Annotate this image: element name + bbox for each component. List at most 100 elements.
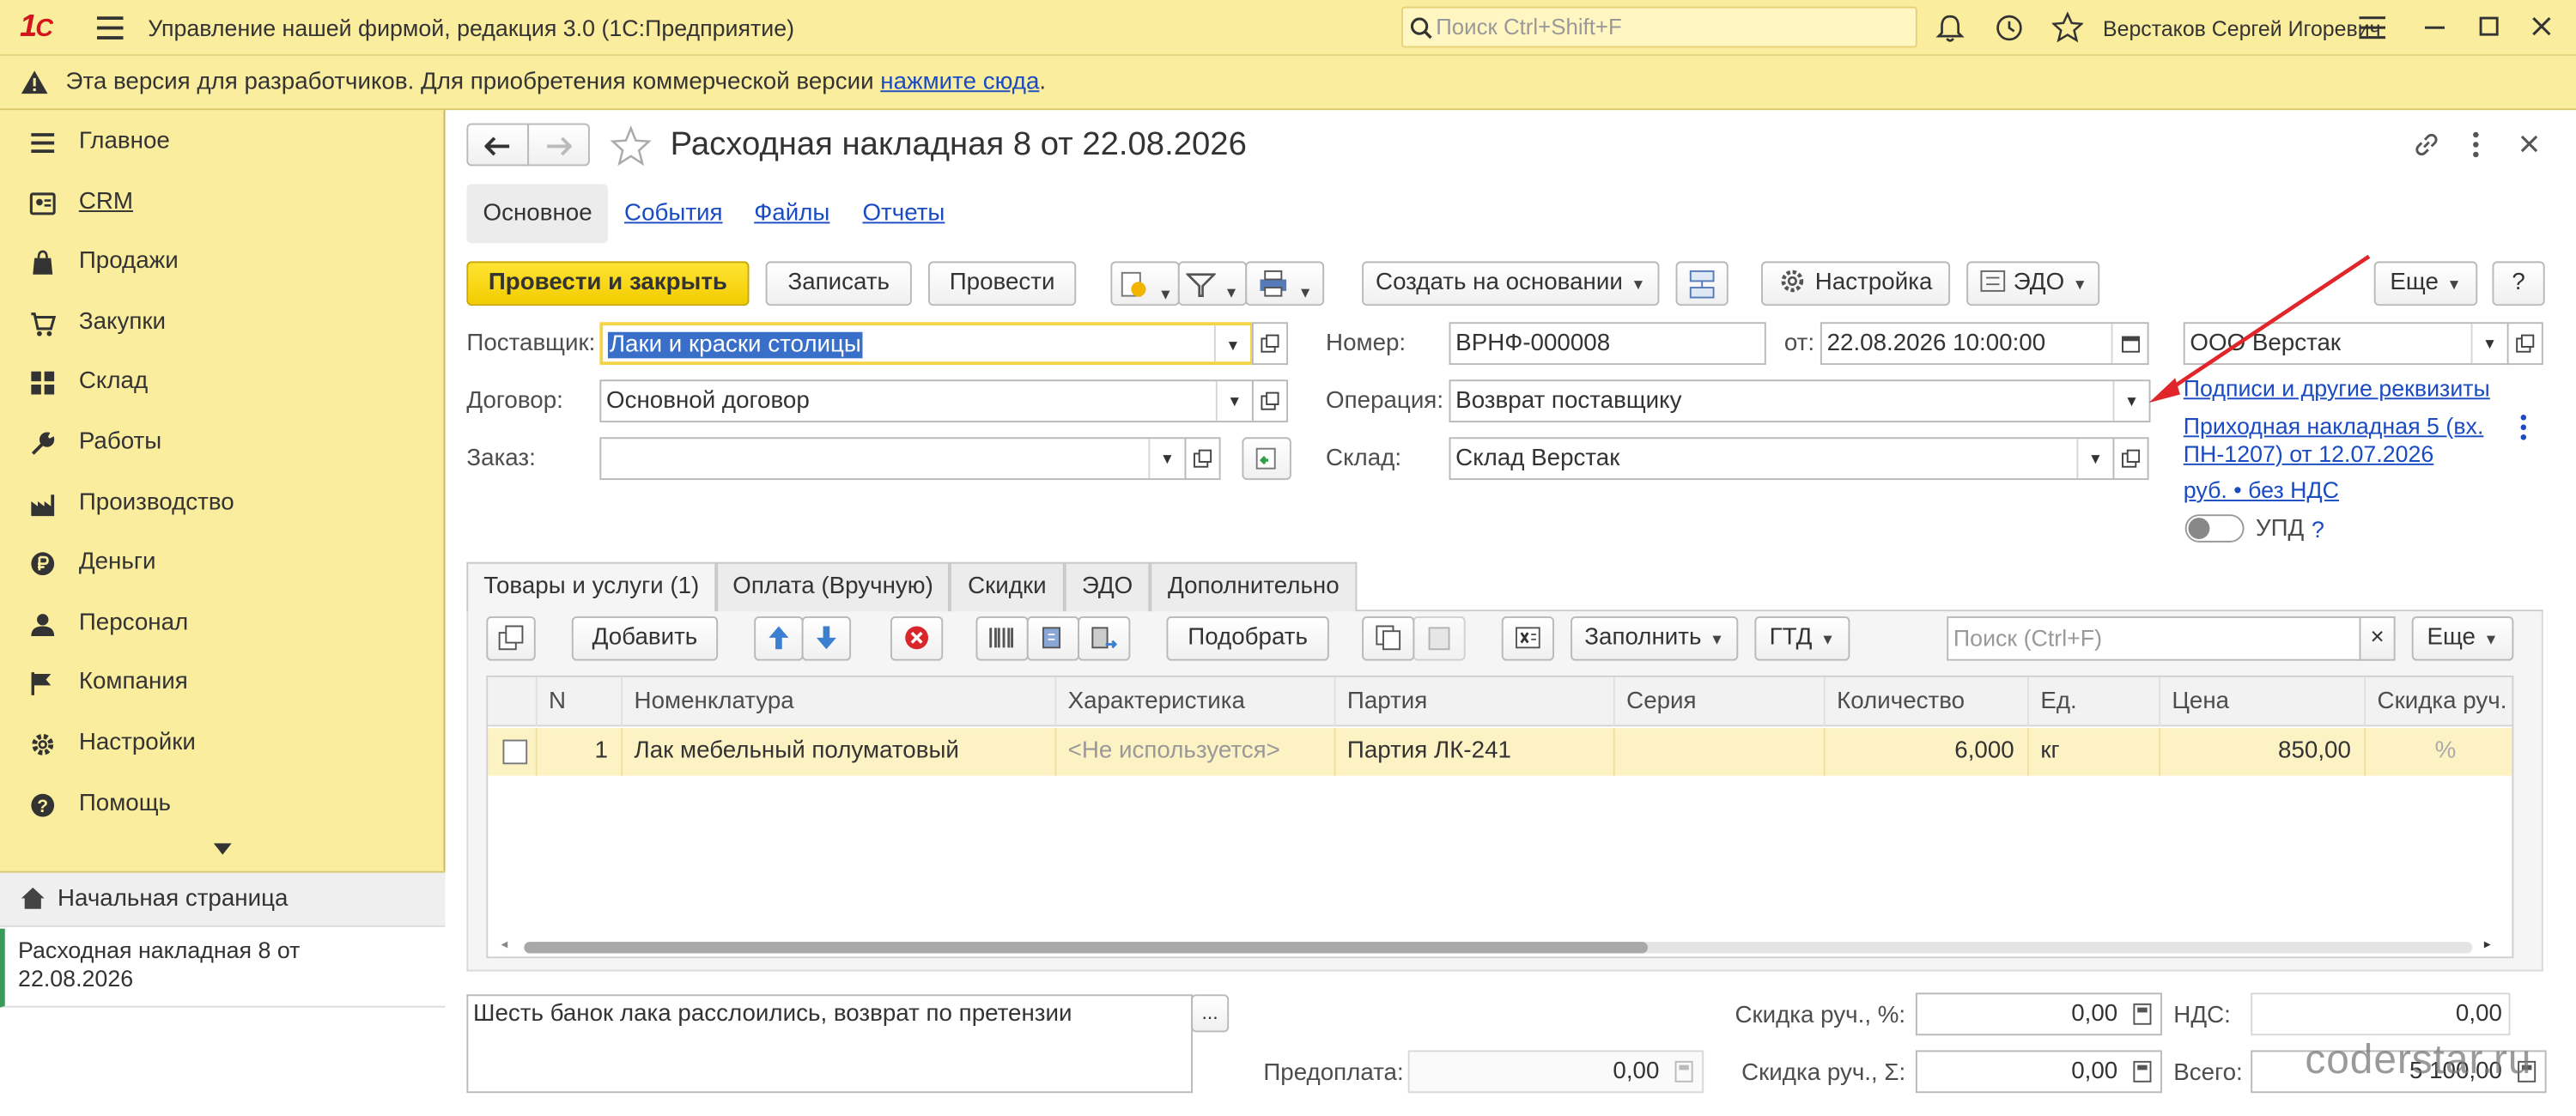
- discount-pct-field[interactable]: 0,00: [1915, 992, 2162, 1036]
- column-header-1[interactable]: N: [538, 676, 623, 727]
- calculator-icon[interactable]: [2132, 1060, 2152, 1083]
- more-vertical-icon[interactable]: [2473, 131, 2480, 158]
- print-button[interactable]: ▼: [1245, 261, 1325, 306]
- close-window-icon[interactable]: [2531, 16, 2551, 36]
- tab-goods[interactable]: Товары и услуги (1): [466, 561, 717, 612]
- supplier-dropdown-button[interactable]: ▼: [1213, 325, 1250, 362]
- bell-icon[interactable]: [1935, 13, 1965, 42]
- cell-item[interactable]: Лак мебельный полуматовый: [623, 728, 1057, 776]
- link-icon[interactable]: [2412, 130, 2441, 159]
- comment-field[interactable]: Шесть банок лака расслоились, возврат по…: [466, 994, 1194, 1094]
- row-checkbox-cell[interactable]: [488, 728, 538, 776]
- comment-expand-button[interactable]: ...: [1191, 994, 1230, 1033]
- cell-qty[interactable]: 6,000: [1826, 728, 2029, 776]
- structure-button[interactable]: [1675, 261, 1728, 306]
- sidebar-item-4[interactable]: Закупки: [0, 294, 446, 353]
- cell-discount[interactable]: %: [2366, 728, 2512, 776]
- warehouse-dropdown-button[interactable]: ▼: [2076, 439, 2112, 479]
- sidebar-item-2[interactable]: CRM: [0, 173, 446, 233]
- move-down-button[interactable]: [801, 616, 852, 661]
- column-header-4[interactable]: Партия: [1336, 676, 1615, 727]
- column-header-checkbox[interactable]: [488, 676, 538, 727]
- sidebar-item-8[interactable]: Деньги: [0, 535, 446, 594]
- sidebar-item-6[interactable]: Работы: [0, 414, 446, 473]
- move-up-button[interactable]: [754, 616, 804, 661]
- column-header-2[interactable]: Номенклатура: [623, 676, 1057, 727]
- create-based-on-button[interactable]: Создать на основании ▼: [1362, 261, 1660, 306]
- cell-batch[interactable]: Партия ЛК-241: [1336, 728, 1615, 776]
- more-vertical-icon[interactable]: [2520, 414, 2527, 440]
- column-header-5[interactable]: Серия: [1615, 676, 1826, 727]
- sidebar-item-9[interactable]: Персонал: [0, 595, 446, 654]
- number-field[interactable]: ВРНФ-000008: [1449, 322, 1766, 366]
- maximize-icon[interactable]: [2479, 16, 2499, 36]
- operation-field[interactable]: Возврат поставщику ▼: [1449, 379, 2151, 423]
- upd-toggle[interactable]: [2184, 514, 2245, 543]
- column-header-8[interactable]: Цена: [2160, 676, 2366, 727]
- filter-button[interactable]: ▼: [1177, 261, 1248, 306]
- history-icon[interactable]: [1995, 13, 2024, 42]
- scanner-button[interactable]: [1026, 616, 1080, 661]
- tab-payment[interactable]: Оплата (Вручную): [716, 561, 950, 612]
- currency-vat-link[interactable]: руб. • без НДС: [2184, 476, 2339, 503]
- edo-button[interactable]: ЭДО ▼: [1966, 261, 2100, 306]
- contract-field[interactable]: Основной договор ▼: [599, 379, 1254, 423]
- tab-additional[interactable]: Дополнительно: [1150, 561, 1358, 612]
- home-page-item[interactable]: Начальная страница: [0, 872, 446, 927]
- tab-reports[interactable]: Отчеты: [862, 201, 945, 227]
- supplier-open-button[interactable]: [1251, 322, 1289, 366]
- gtd-button[interactable]: ГТД ▼: [1754, 616, 1850, 661]
- tab-edo[interactable]: ЭДО: [1064, 561, 1151, 612]
- chevron-down-icon[interactable]: [213, 843, 232, 855]
- copy-rows-button[interactable]: [486, 616, 536, 661]
- tab-main[interactable]: Основное: [466, 184, 608, 244]
- cell-series[interactable]: [1615, 728, 1826, 776]
- column-header-6[interactable]: Количество: [1826, 676, 2029, 727]
- sidebar-item-5[interactable]: Склад: [0, 354, 446, 413]
- delete-row-button[interactable]: [890, 616, 944, 661]
- add-row-button[interactable]: Добавить: [571, 616, 719, 661]
- clear-search-button[interactable]: ×: [2359, 616, 2396, 661]
- barcode-button[interactable]: [975, 616, 1029, 661]
- sidebar-item-3[interactable]: Продажи: [0, 234, 446, 293]
- calculator-icon[interactable]: [2132, 1003, 2152, 1026]
- post-and-close-button[interactable]: Провести и закрыть: [466, 261, 750, 306]
- tab-discounts[interactable]: Скидки: [949, 561, 1065, 612]
- date-field[interactable]: 22.08.2026 10:00:00: [1820, 322, 2149, 366]
- tab-events[interactable]: События: [624, 201, 723, 227]
- cell-characteristic[interactable]: <Не используется>: [1056, 728, 1336, 776]
- column-header-3[interactable]: Характеристика: [1056, 676, 1336, 727]
- post-button[interactable]: Провести: [928, 261, 1077, 306]
- back-button[interactable]: [466, 123, 530, 167]
- table-search-input[interactable]: Поиск (Ctrl+F): [1947, 616, 2361, 661]
- copy-to-clipboard-button[interactable]: [1362, 616, 1415, 661]
- sidebar-item-10[interactable]: Компания: [0, 655, 446, 714]
- table-row[interactable]: 1 Лак мебельный полуматовый <Не использует…: [488, 728, 2512, 776]
- cell-price[interactable]: 850,00: [2160, 728, 2366, 776]
- upd-help-icon[interactable]: ?: [2312, 516, 2324, 543]
- fill-order-button[interactable]: [1242, 437, 1291, 481]
- discount-sum-field[interactable]: 0,00: [1915, 1050, 2162, 1094]
- open-document-item[interactable]: Расходная накладная 8 от 22.08.2026: [0, 928, 446, 1008]
- contract-open-button[interactable]: [1251, 379, 1289, 423]
- forward-button[interactable]: [527, 123, 590, 167]
- star-icon[interactable]: [2051, 11, 2084, 43]
- base-document-link[interactable]: Приходная накладная 5 (вх. ПН-1207) от 1…: [2184, 413, 2504, 469]
- sidebar-item-1[interactable]: Главное: [0, 113, 446, 173]
- tab-files[interactable]: Файлы: [754, 201, 829, 227]
- global-search-input[interactable]: Поиск Ctrl+Shift+F: [1401, 6, 1917, 48]
- user-name[interactable]: Верстаков Сергей Игоревич: [2103, 16, 2381, 41]
- order-dropdown-button[interactable]: ▼: [1148, 439, 1184, 479]
- favorite-star-icon[interactable]: [610, 124, 653, 167]
- scrollbar-thumb[interactable]: [524, 942, 1649, 954]
- attachments-button[interactable]: ▼: [1110, 261, 1180, 306]
- column-header-7[interactable]: Ед.: [2029, 676, 2160, 727]
- settings-button[interactable]: Настройка: [1761, 261, 1951, 306]
- company-open-button[interactable]: [2506, 322, 2543, 366]
- settings-sliders-icon[interactable]: [2359, 16, 2386, 39]
- data-collection-button[interactable]: [1078, 616, 1131, 661]
- contract-dropdown-button[interactable]: ▼: [1215, 381, 1252, 422]
- close-form-icon[interactable]: [2520, 135, 2538, 153]
- cell-unit[interactable]: кг: [2029, 728, 2160, 776]
- save-button[interactable]: Записать: [765, 261, 912, 306]
